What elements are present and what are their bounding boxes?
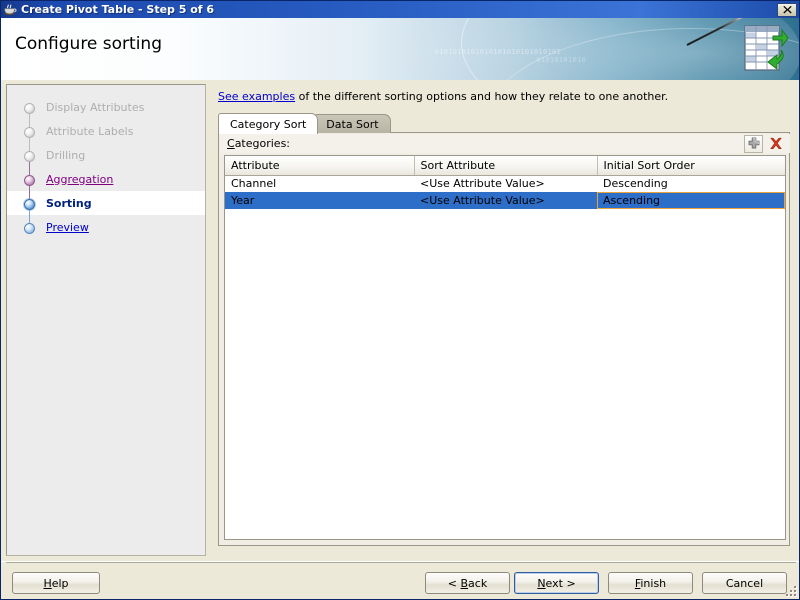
categories-table-container[interactable]: Attribute Sort Attribute Initial Sort Or… xyxy=(224,155,786,540)
sidebar-item-label: Display Attributes xyxy=(46,102,144,113)
title-bar: Create Pivot Table - Step 5 of 6 xyxy=(1,1,800,18)
page-title: Configure sorting xyxy=(15,34,162,54)
back-prefix: < xyxy=(448,577,461,590)
wizard-main-panel: See examples of the different sorting op… xyxy=(213,84,796,556)
help-button[interactable]: Help xyxy=(12,572,100,594)
wizard-banner: 0101010101010101010101010101 01010101010… xyxy=(1,18,800,80)
help-rest: elp xyxy=(52,577,69,590)
table-row[interactable]: Year <Use Attribute Value> Ascending xyxy=(225,192,785,209)
column-header-initial-sort-order[interactable]: Initial Sort Order xyxy=(597,156,785,175)
see-examples-link[interactable]: See examples xyxy=(218,90,295,103)
sidebar-item-label: Attribute Labels xyxy=(46,126,133,137)
step-dot-icon xyxy=(24,223,35,234)
back-button[interactable]: < Back xyxy=(425,572,510,594)
dialog-footer: Help < Back Next > Finish Cancel xyxy=(1,561,800,600)
categories-toolbar xyxy=(744,135,785,153)
finish-rest: inish xyxy=(640,577,666,590)
intro-rest-text: of the different sorting options and how… xyxy=(295,90,668,103)
banner-binary-text-1: 0101010101010101010101010101 xyxy=(435,48,561,56)
resize-grip[interactable] xyxy=(785,585,798,598)
window-title: Create Pivot Table - Step 5 of 6 xyxy=(21,3,777,16)
finish-button-label: Finish xyxy=(635,577,666,590)
help-mnemonic: H xyxy=(43,577,51,590)
category-sort-panel: Categories: xyxy=(218,132,790,546)
wizard-steps-sidebar: Display Attributes Attribute Labels Dril… xyxy=(6,84,206,556)
intro-text: See examples of the different sorting op… xyxy=(218,90,668,103)
java-coffee-cup-icon xyxy=(3,2,18,17)
categories-label-mnemonic: C xyxy=(227,137,235,150)
table-header-row: Attribute Sort Attribute Initial Sort Or… xyxy=(225,156,785,175)
back-button-label: < Back xyxy=(448,577,487,590)
wizard-window: Create Pivot Table - Step 5 of 6 0101010… xyxy=(0,0,800,600)
step-list: Display Attributes Attribute Labels Dril… xyxy=(20,95,205,239)
sidebar-item-drilling: Drilling xyxy=(20,143,205,167)
sidebar-item-aggregation[interactable]: Aggregation xyxy=(20,167,205,191)
back-mnemonic: B xyxy=(461,577,469,590)
cell-sort-attribute[interactable]: <Use Attribute Value> xyxy=(414,192,597,209)
step-dot-icon xyxy=(24,151,35,162)
cell-sort-attribute[interactable]: <Use Attribute Value> xyxy=(414,175,597,192)
column-header-attribute[interactable]: Attribute xyxy=(225,156,414,175)
tab-label: Data Sort xyxy=(326,118,378,131)
cancel-button[interactable]: Cancel xyxy=(702,572,787,594)
back-rest: ack xyxy=(468,577,487,590)
add-icon xyxy=(747,137,761,151)
close-button[interactable] xyxy=(777,3,797,17)
delete-category-button[interactable] xyxy=(766,135,785,153)
column-header-sort-attribute[interactable]: Sort Attribute xyxy=(414,156,597,175)
sidebar-item-preview[interactable]: Preview xyxy=(20,215,205,239)
next-mnemonic: N xyxy=(537,577,545,590)
sidebar-item-label[interactable]: Preview xyxy=(46,222,89,233)
step-dot-icon xyxy=(24,175,35,186)
categories-label: Categories: xyxy=(227,137,290,150)
next-button[interactable]: Next > xyxy=(514,572,599,594)
categories-header: Categories: xyxy=(220,134,790,153)
add-category-button[interactable] xyxy=(744,135,763,153)
tab-label: Category Sort xyxy=(230,118,306,131)
step-dot-icon xyxy=(24,103,35,114)
sidebar-item-display-attributes: Display Attributes xyxy=(20,95,205,119)
delete-icon xyxy=(769,137,783,151)
cell-attribute[interactable]: Year xyxy=(225,192,414,209)
sidebar-item-label[interactable]: Aggregation xyxy=(46,174,113,185)
categories-table: Attribute Sort Attribute Initial Sort Or… xyxy=(225,156,785,209)
step-dot-icon xyxy=(24,199,35,210)
sort-tabstrip: Category Sort Data Sort xyxy=(218,112,391,133)
cell-initial-sort-order[interactable]: Ascending xyxy=(597,192,785,209)
banner-binary-text-2: 01010101010 xyxy=(536,56,586,64)
table-row[interactable]: Channel <Use Attribute Value> Descending xyxy=(225,175,785,192)
cancel-button-label: Cancel xyxy=(726,577,763,590)
table-header: Attribute Sort Attribute Initial Sort Or… xyxy=(225,156,785,175)
cell-attribute[interactable]: Channel xyxy=(225,175,414,192)
table-body: Channel <Use Attribute Value> Descending… xyxy=(225,175,785,209)
wizard-body: Display Attributes Attribute Labels Dril… xyxy=(1,80,800,561)
tab-data-sort[interactable]: Data Sort xyxy=(314,114,390,133)
close-icon xyxy=(783,5,792,14)
sidebar-item-label: Sorting xyxy=(46,198,92,209)
next-button-label: Next > xyxy=(537,577,575,590)
footer-divider xyxy=(6,562,796,563)
next-rest: ext > xyxy=(546,577,576,590)
sidebar-item-label: Drilling xyxy=(46,150,85,161)
categories-label-rest: ategories: xyxy=(235,137,290,150)
finish-button[interactable]: Finish xyxy=(608,572,693,594)
cell-initial-sort-order[interactable]: Descending xyxy=(597,175,785,192)
sidebar-item-attribute-labels: Attribute Labels xyxy=(20,119,205,143)
tab-category-sort[interactable]: Category Sort xyxy=(218,113,318,134)
help-button-label: Help xyxy=(43,577,68,590)
pivot-table-icon xyxy=(737,24,789,74)
pencil-icon xyxy=(687,18,743,46)
sidebar-item-sorting[interactable]: Sorting xyxy=(7,191,205,215)
step-dot-icon xyxy=(24,127,35,138)
